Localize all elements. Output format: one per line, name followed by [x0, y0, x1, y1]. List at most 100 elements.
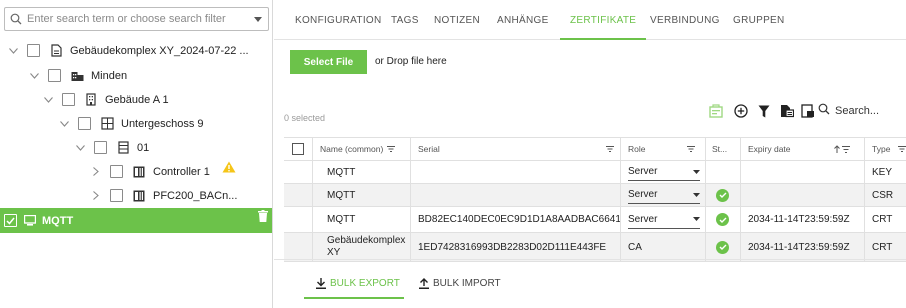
trash-icon[interactable] — [258, 210, 268, 225]
table-row[interactable]: MQTT BD82EC140DEC0EC9D1D1A8AADBAC6641 Se… — [284, 207, 906, 233]
drop-file-hint: or Drop file here — [375, 56, 447, 67]
add-circle-icon[interactable] — [733, 103, 749, 119]
column-header-expiry[interactable]: Expiry date — [748, 138, 791, 160]
detail-panel: KONFIGURATION TAGS NOTIZEN ANHÄNGE ZERTI… — [274, 0, 906, 308]
cell-type: CRT — [872, 241, 893, 253]
tree-checkbox[interactable] — [62, 93, 75, 106]
filter-icon[interactable] — [606, 138, 614, 160]
chevron-down-icon[interactable] — [7, 45, 19, 57]
tree-checkbox[interactable] — [110, 165, 123, 178]
tree-item[interactable]: Minden — [0, 63, 272, 88]
cell-type: CRT — [872, 214, 893, 225]
tree-item[interactable]: Untergeschoss 9 — [0, 111, 272, 136]
document-icon — [49, 44, 63, 58]
tree-item-label: PFC200_BACn... — [153, 189, 238, 202]
chevron-right-icon[interactable] — [90, 166, 102, 178]
tree-item-label: Gebäude A 1 — [105, 93, 169, 106]
tab-gruppen[interactable]: GRUPPEN — [733, 0, 785, 40]
tree-item[interactable]: Gebäudekomplex XY_2024-07-22 ... — [0, 38, 272, 63]
table-row[interactable]: MQTT Server KEY — [284, 161, 906, 184]
tree-checkbox[interactable] — [78, 117, 91, 130]
export-document-icon[interactable] — [779, 103, 795, 119]
cell-name: MQTT — [327, 214, 356, 225]
tab-zertifikate[interactable]: ZERTIFIKATE — [559, 0, 647, 40]
bulk-export-label: BULK EXPORT — [330, 278, 400, 289]
cell-serial: BD82EC140DEC0EC9D1D1A8AADBAC6641 — [418, 214, 621, 225]
role-select[interactable]: Server — [628, 161, 700, 183]
bulk-export-tab[interactable]: BULK EXPORT — [316, 278, 400, 289]
bulk-import-tab[interactable]: BULK IMPORT — [419, 278, 501, 289]
tree-item-label: Gebäudekomplex XY_2024-07-22 ... — [70, 44, 249, 57]
tree-item-selected[interactable]: MQTT — [0, 208, 272, 233]
filter-icon[interactable] — [898, 138, 906, 160]
chevron-down-icon[interactable] — [42, 94, 54, 106]
tree-checkbox[interactable] — [27, 44, 40, 57]
tree-checkbox[interactable] — [110, 189, 123, 202]
tab-bar: KONFIGURATION TAGS NOTIZEN ANHÄNGE ZERTI… — [274, 0, 906, 40]
search-icon — [5, 13, 27, 25]
sort-ascending-icon[interactable] — [834, 138, 850, 160]
chevron-right-icon[interactable] — [90, 190, 102, 202]
chevron-down-icon[interactable] — [58, 118, 70, 130]
certificate-add-icon[interactable] — [708, 103, 724, 119]
tree-item[interactable]: 01 — [0, 135, 272, 160]
tab-konfiguration[interactable]: KONFIGURATION — [295, 0, 382, 40]
cell-type: CSR — [872, 189, 894, 201]
tree-checkbox[interactable] — [94, 141, 107, 154]
column-header-status[interactable]: St... — [712, 138, 727, 160]
controller-icon — [132, 165, 146, 179]
tree-item-label: Controller 1 — [153, 165, 210, 178]
building-icon — [70, 69, 84, 83]
table-row[interactable]: MQTT Server CSR — [284, 184, 906, 207]
tree-item-label: 01 — [137, 141, 150, 154]
upload-icon — [419, 278, 429, 289]
select-file-button[interactable]: Select File — [290, 50, 367, 74]
room-icon — [116, 141, 130, 155]
cell-expiry: 2034-11-14T23:59:59Z — [748, 214, 850, 225]
bulk-import-label: BULK IMPORT — [433, 278, 501, 289]
tree-item[interactable]: PFC200_BACn... — [0, 183, 272, 208]
active-tab-indicator — [304, 297, 404, 299]
tree-panel: Gebäudekomplex XY_2024-07-22 ... Minden … — [0, 0, 273, 308]
filter-icon[interactable] — [756, 103, 772, 119]
tab-tags[interactable]: TAGS — [391, 0, 419, 40]
select-all-checkbox[interactable] — [292, 138, 304, 160]
filter-icon[interactable] — [687, 138, 695, 160]
role-select[interactable]: Server — [628, 184, 700, 206]
cell-expiry: 2034-11-14T23:59:59Z — [748, 241, 850, 253]
tree-item-label: Minden — [91, 69, 128, 82]
chevron-down-icon[interactable] — [28, 70, 40, 82]
table-row[interactable]: Gebäudekomplex XY 1ED7428316993DB2283D02… — [284, 233, 906, 262]
filter-dropdown-icon[interactable] — [248, 16, 268, 22]
tree-search-input[interactable] — [27, 13, 248, 25]
role-select[interactable]: Server — [628, 207, 700, 232]
divider — [274, 259, 906, 260]
table-search-input[interactable]: Search... — [835, 105, 879, 117]
tab-notizen[interactable]: NOTIZEN — [434, 0, 480, 40]
floor-icon — [100, 117, 114, 131]
cell-role: CA — [628, 241, 642, 253]
tab-anhaenge[interactable]: ANHÄNGE — [497, 0, 549, 40]
column-header-type[interactable]: Type — [872, 138, 890, 160]
search-icon — [818, 103, 830, 118]
tree-checkbox[interactable] — [48, 69, 61, 82]
tree-item-label: MQTT — [42, 214, 74, 227]
cell-type: KEY — [872, 166, 893, 178]
column-header-serial[interactable]: Serial — [418, 138, 440, 160]
tab-verbindung[interactable]: VERBINDUNG — [650, 0, 720, 40]
table-header-row: Name (common) Serial Role St... Expiry d… — [284, 137, 906, 161]
cell-name: MQTT — [327, 166, 356, 178]
tree-item[interactable]: Gebäude A 1 — [0, 87, 272, 112]
cell-name: MQTT — [327, 189, 356, 201]
cell-name: Gebäudekomplex XY — [327, 235, 406, 258]
column-header-name[interactable]: Name (common) — [320, 138, 396, 160]
column-header-role[interactable]: Role — [628, 138, 645, 160]
download-icon — [316, 278, 326, 289]
tree-search-box[interactable] — [4, 7, 269, 31]
monitor-icon — [23, 214, 37, 228]
columns-icon[interactable] — [800, 103, 816, 119]
selection-count: 0 selected — [284, 113, 326, 123]
tree-checkbox-checked[interactable] — [4, 214, 17, 227]
table-search[interactable]: Search... — [818, 103, 879, 118]
chevron-down-icon[interactable] — [74, 142, 86, 154]
